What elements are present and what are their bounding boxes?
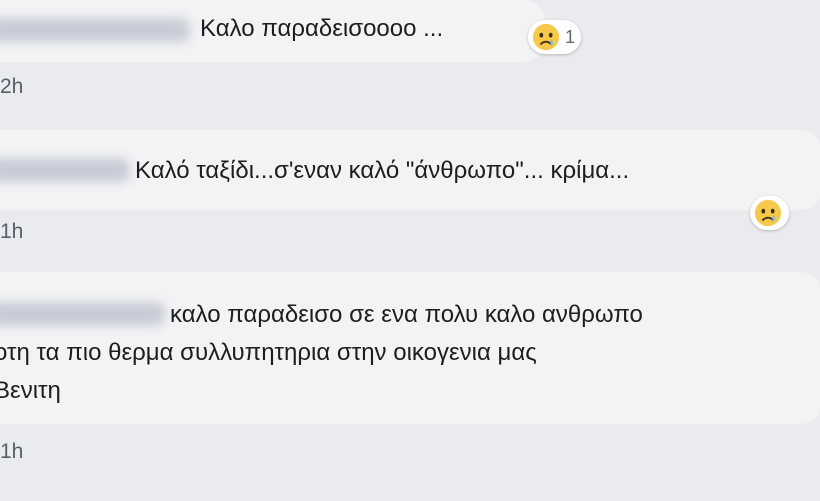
comment-text: Καλό ταξίδι...σ'εναν καλό "άνθρωπο"... κ…: [135, 157, 630, 184]
blurred-author-name[interactable]: [0, 302, 165, 326]
sad-face-icon: [754, 199, 782, 227]
comment-line: καλο παραδεισο σε ενα πολυ καλο ανθρωπο: [170, 301, 643, 328]
comment-line: οτη τα πιο θερμα συλλυπητηρια στην οικογ…: [0, 339, 537, 366]
reaction-count: 1: [565, 26, 576, 47]
reaction-badge[interactable]: [750, 196, 789, 230]
comment-text: καλο παραδεισο σε ενα πολυ καλο ανθρωπο: [170, 296, 643, 334]
comment-timestamp[interactable]: 1h: [0, 440, 23, 464]
comment-text: οτη τα πιο θερμα συλλυπητηρια στην οικογ…: [0, 334, 537, 410]
blurred-author-name[interactable]: [0, 158, 130, 182]
blurred-author-name[interactable]: [0, 18, 190, 42]
sad-face-icon: [532, 23, 560, 51]
comment-text: Καλο παραδεισοοοο ...: [200, 15, 444, 42]
comment-timestamp[interactable]: 1h: [0, 220, 23, 244]
comment-timestamp[interactable]: 2h: [0, 75, 23, 99]
reaction-badge[interactable]: 1: [528, 20, 582, 54]
comment-line: Βενιτη: [0, 377, 61, 404]
